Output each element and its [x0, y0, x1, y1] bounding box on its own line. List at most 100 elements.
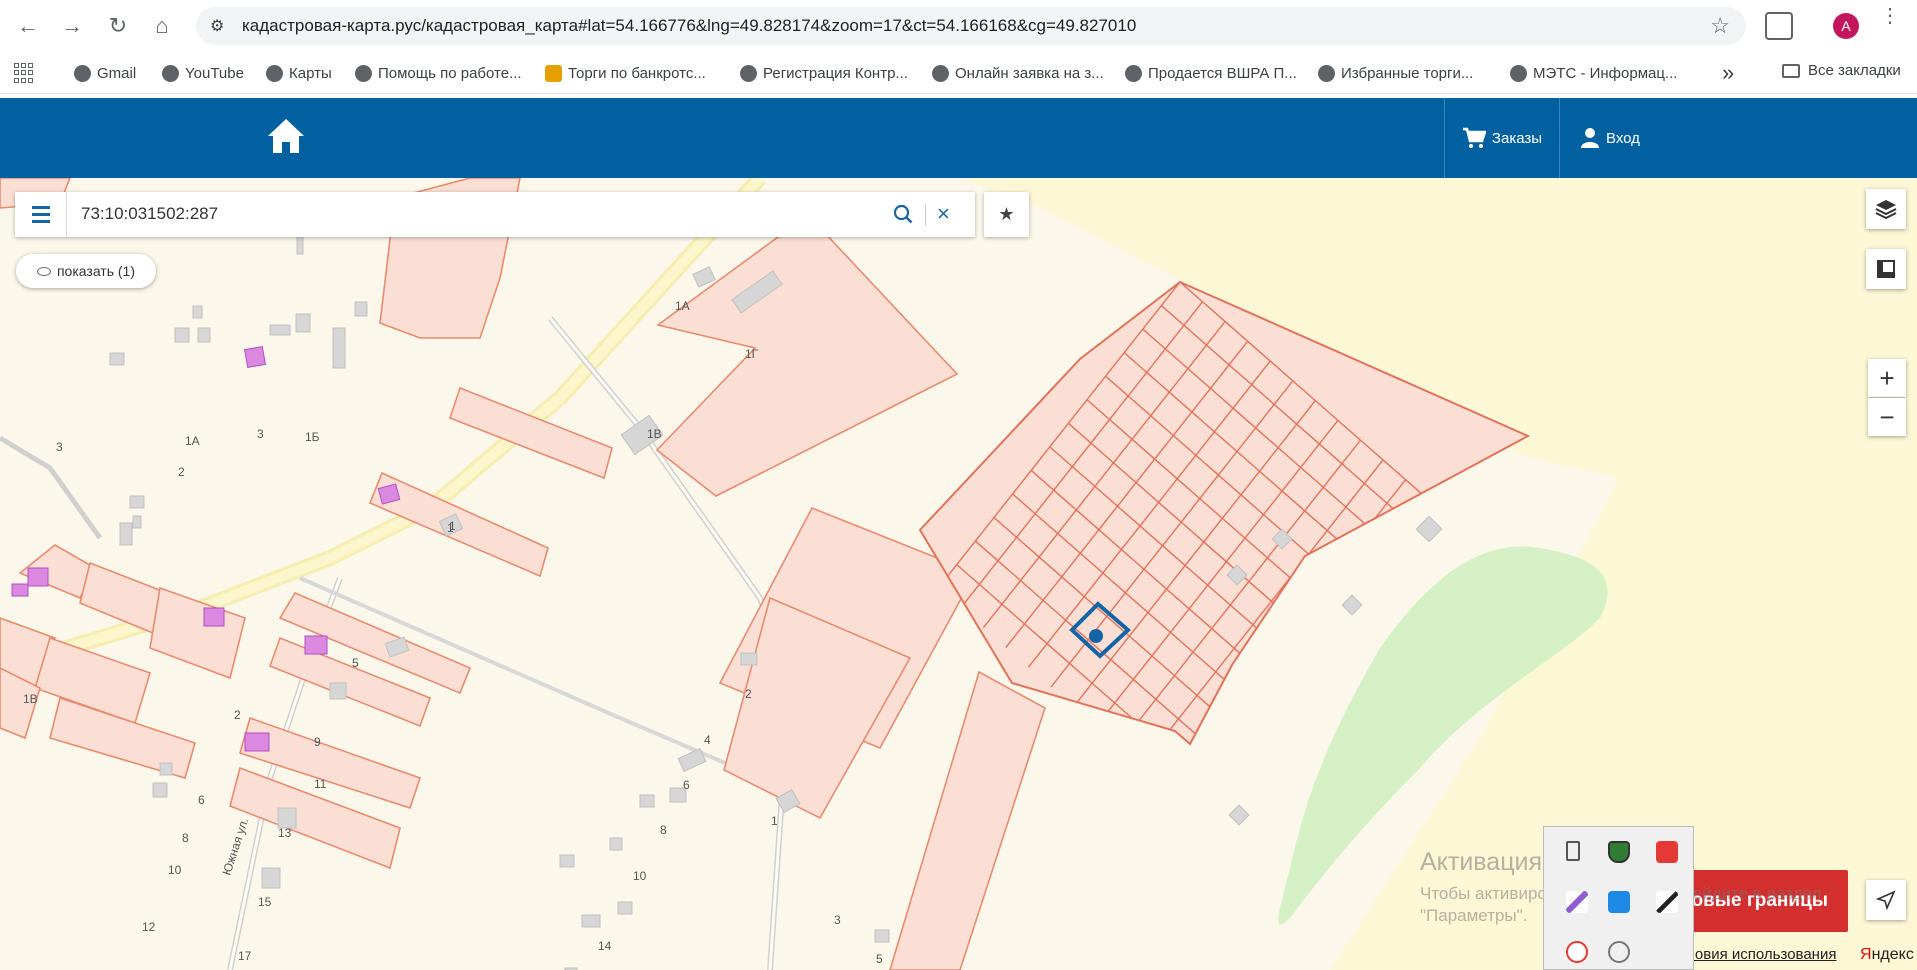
bookmark-favorite-auctions[interactable]: Избранные торги...	[1318, 62, 1473, 84]
map-label: 1Г	[745, 347, 759, 361]
plot-line	[1264, 730, 1284, 744]
layers-button[interactable]	[1866, 189, 1906, 229]
plot-line	[1241, 710, 1262, 736]
yandex-logo[interactable]: Яндекс	[1860, 946, 1914, 964]
hammer-icon	[545, 64, 562, 82]
plot-line	[1278, 687, 1303, 709]
browser-menu-icon[interactable]: ⋮	[1880, 6, 1900, 26]
plot-line	[1390, 546, 1414, 567]
plot-line	[1454, 538, 1474, 563]
extensions-icon[interactable]	[1765, 12, 1793, 40]
bookmark-mets[interactable]: МЭТС - Информац...	[1510, 62, 1677, 84]
address-bar[interactable]: ⚙ кадастровая-карта.рус/кадастровая_карт…	[196, 7, 1746, 45]
bookmark-youtube[interactable]: YouTube	[162, 62, 244, 84]
plot-line	[1260, 687, 1280, 712]
plot-line	[1357, 613, 1377, 638]
bookmark-online-request[interactable]: Онлайн заявка на з...	[932, 62, 1104, 84]
plot-line	[1334, 616, 1359, 638]
bookmark-for-sale[interactable]: Продается ВШРА П...	[1125, 62, 1297, 84]
usb-drive-icon[interactable]	[1566, 841, 1580, 861]
map-label: 12	[142, 920, 156, 934]
search-icon[interactable]	[893, 204, 913, 224]
plot-line	[1316, 616, 1336, 642]
reload-icon[interactable]: ↻	[102, 10, 134, 42]
map-label: 10	[633, 869, 647, 883]
zoom-in-button[interactable]: +	[1868, 359, 1906, 397]
plot-line	[1330, 573, 1355, 595]
map-label: 2	[745, 687, 752, 701]
layers-icon	[1875, 200, 1897, 220]
map-label: 15	[258, 895, 272, 909]
plot-line	[1274, 644, 1299, 665]
menu-icon[interactable]	[15, 192, 67, 237]
terms-link[interactable]: ловия использования	[1686, 946, 1836, 963]
settings-wheel-icon[interactable]	[1608, 941, 1630, 963]
plot-line	[1256, 667, 1280, 689]
all-bookmarks-button[interactable]: Все закладки	[1782, 62, 1901, 79]
shield-icon[interactable]	[1608, 841, 1630, 863]
favorite-star-button[interactable]: ★	[984, 192, 1029, 237]
home-browser-icon[interactable]: ⌂	[146, 10, 178, 42]
bookmark-help[interactable]: Помощь по работе...	[355, 62, 522, 84]
map-label: 5	[352, 656, 359, 670]
locate-button[interactable]	[1866, 880, 1906, 920]
street-label: Южная ул.	[220, 816, 252, 877]
back-icon[interactable]: ←	[12, 10, 44, 42]
profile-avatar[interactable]: A	[1833, 13, 1859, 39]
plot-line	[1375, 589, 1396, 614]
plot-line	[1431, 542, 1456, 564]
plot-line	[1371, 546, 1392, 571]
anydesk-icon[interactable]	[1656, 841, 1678, 863]
bookmark-bankruptcy[interactable]: Торги по банкротс...	[545, 62, 706, 84]
home-icon[interactable]	[266, 116, 306, 156]
apps-grid-icon[interactable]	[14, 63, 34, 83]
forward-icon[interactable]: →	[56, 10, 88, 42]
bookmark-gmail[interactable]: Gmail	[74, 62, 136, 84]
yandex-browser-icon[interactable]	[1566, 941, 1588, 963]
login-button[interactable]: Вход	[1562, 98, 1662, 178]
parcel-1g	[655, 213, 959, 497]
map-label: 1В	[647, 427, 662, 441]
globe-icon	[932, 64, 949, 82]
bookmark-maps[interactable]: Карты	[266, 62, 332, 84]
plot-line	[1319, 660, 1340, 685]
plot-line	[1219, 691, 1239, 716]
orders-button[interactable]: Заказы	[1444, 98, 1560, 178]
plot-line	[1412, 542, 1433, 567]
map-label: 8	[182, 831, 189, 845]
ruler-button[interactable]	[1866, 249, 1906, 289]
telegram-icon[interactable]	[1656, 891, 1678, 913]
map-label: 6	[683, 778, 690, 792]
plot-line	[1252, 624, 1276, 646]
plot-line	[1256, 644, 1276, 669]
map-label: 13	[278, 826, 292, 840]
plot-line	[1260, 710, 1284, 732]
url-text[interactable]: кадастровая-карта.рус/кадастровая_карта#…	[242, 16, 1136, 36]
bookmarks-more-icon[interactable]: »	[1722, 60, 1734, 86]
folder-icon	[1782, 63, 1800, 78]
plot-line	[1338, 636, 1359, 661]
plot-line	[1371, 569, 1396, 591]
ruler-icon	[1877, 260, 1895, 278]
show-results-button[interactable]: показать (1)	[16, 254, 156, 288]
bookmark-registration[interactable]: Регистрация Контр...	[740, 62, 908, 84]
bookmark-star-icon[interactable]: ☆	[1710, 13, 1730, 39]
globe-icon	[355, 64, 372, 82]
zoom-out-button[interactable]: −	[1868, 398, 1906, 436]
close-icon[interactable]: ×	[937, 201, 950, 227]
system-tray-overflow	[1543, 826, 1694, 970]
plot-line	[1278, 663, 1299, 689]
browser-toolbar: ← → ↻ ⌂ ⚙ кадастровая-карта.рус/кадастро…	[0, 0, 1917, 52]
search-input[interactable]	[81, 204, 781, 224]
user-icon	[1581, 128, 1599, 148]
plot-line	[1338, 660, 1363, 681]
site-info-icon[interactable]: ⚙	[210, 16, 230, 36]
app-y-icon[interactable]	[1608, 891, 1630, 913]
plot-line	[1390, 522, 1411, 548]
plot-line	[1312, 573, 1332, 598]
street	[0, 435, 103, 540]
globe-icon	[266, 64, 283, 82]
pen-icon[interactable]	[1566, 891, 1588, 913]
plot-line	[1301, 683, 1322, 709]
map-label: 1А	[185, 434, 200, 448]
